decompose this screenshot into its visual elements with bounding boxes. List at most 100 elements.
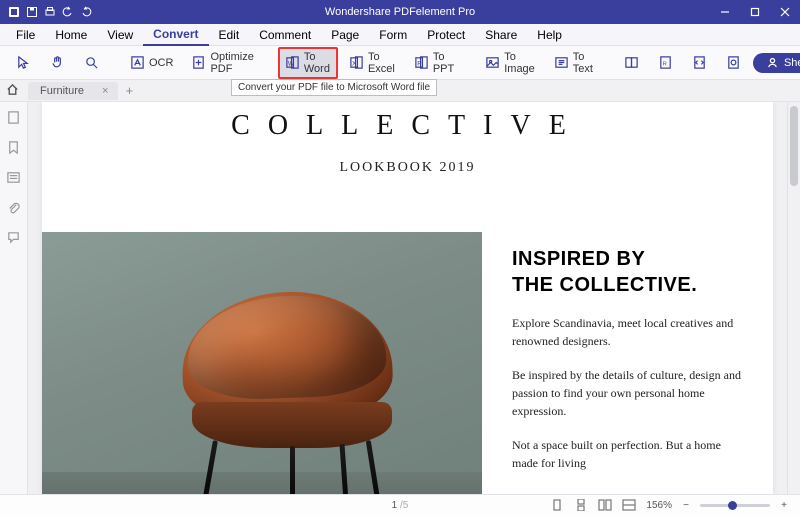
user-badge[interactable]: Shelley [753, 53, 800, 73]
home-tab-icon[interactable] [6, 83, 19, 99]
optimize-label: Optimize PDF [210, 51, 254, 75]
html-icon [692, 55, 708, 71]
to-html-button[interactable] [685, 51, 715, 75]
quick-access [0, 4, 94, 20]
close-button[interactable] [770, 0, 800, 24]
view-fit-icon[interactable] [622, 499, 638, 513]
app-title: Wondershare PDFelement Pro [325, 6, 475, 18]
search-icon[interactable] [6, 170, 22, 186]
epub-icon [624, 55, 640, 71]
zoom-in-button[interactable]: + [778, 500, 790, 511]
scrollbar-thumb[interactable] [790, 106, 798, 186]
thumbnails-icon[interactable] [6, 110, 22, 126]
tab-close-icon[interactable]: × [102, 85, 108, 97]
ocr-label: OCR [149, 57, 173, 69]
menu-share[interactable]: Share [475, 25, 527, 45]
menu-convert[interactable]: Convert [143, 24, 208, 46]
user-icon [767, 57, 778, 68]
menu-page[interactable]: Page [321, 25, 369, 45]
to-text-button[interactable]: To Text [547, 47, 601, 79]
excel-icon: X [349, 55, 364, 71]
doc-paragraph: Be inspired by the details of culture, d… [512, 366, 747, 420]
magnifier-icon [83, 55, 99, 71]
comments-icon[interactable] [6, 230, 22, 246]
ppt-icon: P [414, 55, 429, 71]
page-indicator[interactable]: 1 /5 [392, 500, 409, 511]
doc-paragraph: Not a space built on perfection. But a h… [512, 436, 747, 472]
rtf-icon: R [658, 55, 674, 71]
document-tab[interactable]: Furniture × [28, 82, 118, 100]
ocr-button[interactable]: OCR [122, 51, 180, 75]
add-tab-button[interactable]: + [120, 82, 138, 100]
to-word-tooltip: Convert your PDF file to Microsoft Word … [231, 79, 437, 96]
to-ppt-label: To PPT [433, 51, 455, 75]
print-icon[interactable] [42, 4, 58, 20]
main-area: COLLECTIVE LOOKBOOK 2019 INSPIRED BY THE… [0, 102, 800, 494]
menu-view[interactable]: View [97, 25, 143, 45]
to-word-label: To Word [304, 51, 331, 75]
menu-home[interactable]: Home [45, 25, 97, 45]
zoom-value: 156% [646, 500, 672, 511]
user-name: Shelley [784, 57, 800, 69]
menu-protect[interactable]: Protect [417, 25, 475, 45]
redo-icon[interactable] [78, 4, 94, 20]
view-two-page-icon[interactable] [598, 499, 614, 513]
doc-heading: INSPIRED BY THE COLLECTIVE. [512, 246, 747, 298]
hand-icon [49, 55, 65, 71]
to-epub-button[interactable] [617, 51, 647, 75]
to-image-button[interactable]: To Image [478, 47, 543, 79]
hand-tool[interactable] [42, 51, 72, 75]
menu-form[interactable]: Form [369, 25, 417, 45]
to-excel-button[interactable]: X To Excel [342, 47, 403, 79]
menu-help[interactable]: Help [527, 25, 572, 45]
to-excel-label: To Excel [368, 51, 396, 75]
to-ppt-button[interactable]: P To PPT [407, 47, 462, 79]
tab-label: Furniture [40, 85, 84, 97]
doc-text-column: INSPIRED BY THE COLLECTIVE. Explore Scan… [512, 232, 773, 494]
optimize-pdf-button[interactable]: Optimize PDF [184, 47, 261, 79]
zoom-slider-knob[interactable] [728, 501, 737, 510]
image-icon [485, 55, 500, 71]
menu-comment[interactable]: Comment [249, 25, 321, 45]
maximize-button[interactable] [740, 0, 770, 24]
view-single-icon[interactable] [550, 499, 566, 513]
pdf-page: COLLECTIVE LOOKBOOK 2019 INSPIRED BY THE… [42, 102, 773, 494]
select-tool[interactable] [8, 51, 38, 75]
zoom-slider[interactable] [700, 504, 770, 507]
to-text-label: To Text [573, 51, 594, 75]
doc-paragraph: Explore Scandinavia, meet local creative… [512, 314, 747, 350]
optimize-icon [191, 55, 206, 71]
text-icon [554, 55, 569, 71]
left-sidebar [0, 102, 28, 494]
menu-edit[interactable]: Edit [209, 25, 250, 45]
titlebar: Wondershare PDFelement Pro [0, 0, 800, 24]
to-other-button[interactable] [719, 51, 749, 75]
word-icon: W [285, 55, 300, 71]
doc-hero-image [42, 232, 482, 494]
vertical-scrollbar[interactable] [787, 102, 800, 494]
to-image-label: To Image [504, 51, 536, 75]
statusbar: 1 /5 156% − + [0, 494, 800, 516]
document-viewport[interactable]: COLLECTIVE LOOKBOOK 2019 INSPIRED BY THE… [28, 102, 787, 494]
to-rtf-button[interactable]: R [651, 51, 681, 75]
cursor-icon [15, 55, 31, 71]
save-icon[interactable] [24, 4, 40, 20]
undo-icon[interactable] [60, 4, 76, 20]
attachments-icon[interactable] [6, 200, 22, 216]
convert-toolbar: OCR Optimize PDF W To Word X To Excel P To … [0, 46, 800, 80]
svg-text:P: P [417, 60, 422, 67]
menu-file[interactable]: File [6, 25, 45, 45]
zoom-tool[interactable] [76, 51, 106, 75]
bookmarks-icon[interactable] [6, 140, 22, 156]
to-word-button[interactable]: W To Word [278, 47, 338, 79]
view-continuous-icon[interactable] [574, 499, 590, 513]
window-controls [710, 0, 800, 24]
other-icon [726, 55, 742, 71]
svg-text:R: R [663, 61, 667, 67]
minimize-button[interactable] [710, 0, 740, 24]
menubar: FileHomeViewConvertEditCommentPageFormPr… [0, 24, 800, 46]
doc-title: COLLECTIVE [42, 110, 773, 142]
svg-text:X: X [352, 60, 357, 67]
zoom-out-button[interactable]: − [680, 500, 692, 511]
svg-text:W: W [288, 60, 295, 67]
